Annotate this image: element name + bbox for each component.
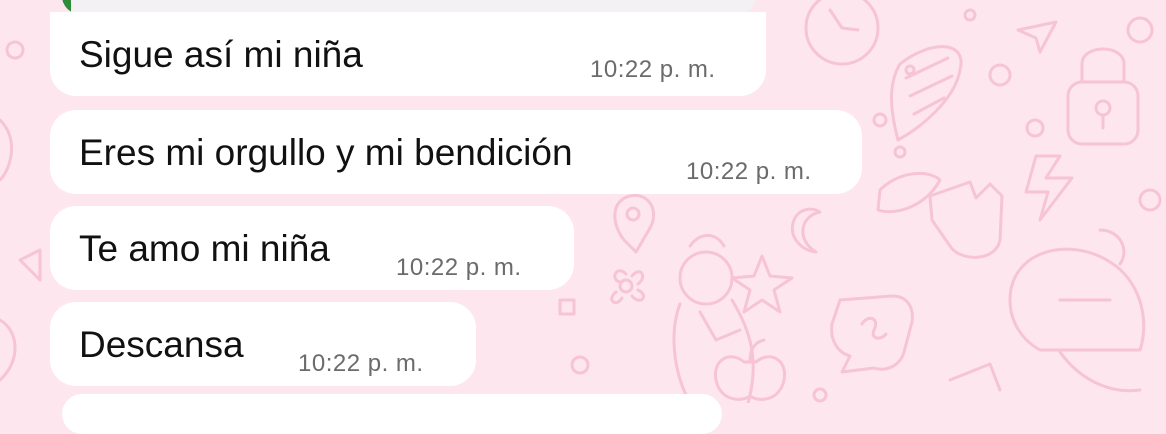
message-time: 10:22 p. m. [590, 56, 716, 83]
message-bubble-partial[interactable] [62, 394, 722, 434]
message-text: Eres mi orgullo y mi bendición [79, 132, 573, 173]
corn-doodle-icon [890, 45, 963, 142]
padlock-doodle-icon [1066, 47, 1140, 146]
message-text: Sigue así mi niña [79, 34, 363, 75]
message-time: 10:22 p. m. [686, 158, 812, 185]
star-doodle-icon [730, 254, 794, 314]
message-time: 10:22 p. m. [298, 350, 424, 377]
clock-doodle-icon [804, 0, 880, 66]
person-doodle-icon [672, 234, 755, 403]
lightning-doodle-icon [1024, 154, 1074, 222]
message-bubble[interactable]: Sigue así mi niña 10:22 p. m. [50, 12, 766, 96]
message-text: Te amo mi niña [79, 228, 330, 269]
flower-doodle-icon [610, 269, 645, 305]
message-bubble[interactable]: Eres mi orgullo y mi bendición 10:22 p. … [50, 110, 862, 194]
send-doodle-icon [1016, 20, 1058, 54]
message-bubble[interactable]: Te amo mi niña 10:22 p. m. [50, 206, 574, 290]
message-time: 10:22 p. m. [396, 254, 522, 281]
hand-doodle-icon [928, 180, 1004, 259]
pin-doodle-icon [613, 193, 656, 254]
message-bubble[interactable]: Descansa 10:22 p. m. [50, 302, 476, 386]
moon-doodle-icon [791, 207, 822, 254]
message-text: Descansa [79, 324, 244, 365]
helmet-doodle-icon [1008, 247, 1146, 393]
